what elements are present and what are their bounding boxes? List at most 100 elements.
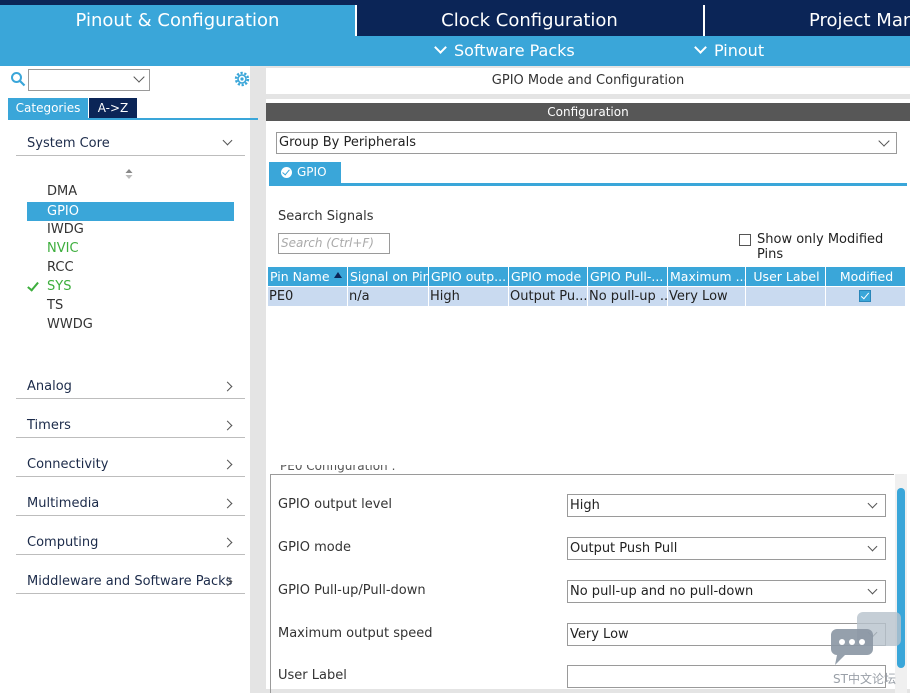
show-modified-checkbox[interactable] xyxy=(739,234,751,246)
chevron-down-icon xyxy=(867,541,878,552)
category-label: Middleware and Software Packs xyxy=(27,574,233,589)
section-title-text: PE0 Configuration : xyxy=(280,465,396,473)
sidebar-item-gpio[interactable]: GPIO xyxy=(27,202,234,221)
chevron-down-icon xyxy=(133,71,145,83)
column-header-signal[interactable]: Signal on Pin xyxy=(348,267,429,286)
chevron-right-icon xyxy=(222,498,233,509)
modified-checkbox[interactable] xyxy=(859,290,871,302)
chevron-right-icon xyxy=(222,537,233,548)
tab-project-manager[interactable]: Project Man xyxy=(705,5,910,36)
chevron-down-icon xyxy=(222,135,233,146)
search-signals-input[interactable]: Search (Ctrl+F) xyxy=(278,233,390,254)
cell-signal: n/a xyxy=(348,287,429,306)
chevron-down-icon xyxy=(867,498,878,509)
software-packs-menu[interactable]: Software Packs xyxy=(434,36,575,66)
cell-modified xyxy=(826,287,905,306)
secondary-menu-bar: Software Packs Pinout xyxy=(0,36,910,66)
search-signals-label: Search Signals xyxy=(278,209,374,224)
software-packs-label: Software Packs xyxy=(454,41,575,60)
category-computing[interactable]: Computing xyxy=(16,531,245,555)
sidebar-item-dma[interactable]: DMA xyxy=(27,182,234,201)
sidebar-item-iwdg[interactable]: IWDG xyxy=(27,220,234,239)
param-label-output-level: GPIO output level xyxy=(278,497,393,512)
sidebar-item-label: SYS xyxy=(47,279,72,294)
select-value: High xyxy=(570,498,600,513)
output-level-select[interactable]: High xyxy=(567,494,886,517)
column-header-gpio-output[interactable]: GPIO outp... xyxy=(429,267,509,286)
chevron-right-icon xyxy=(222,420,233,431)
cell-max-speed: Very Low xyxy=(668,287,746,306)
category-analog[interactable]: Analog xyxy=(16,375,245,399)
tab-underline xyxy=(269,183,907,186)
category-label: Connectivity xyxy=(27,457,109,472)
tab-gpio[interactable]: GPIO xyxy=(269,162,341,183)
tab-pinout-configuration[interactable]: Pinout & Configuration xyxy=(0,5,355,36)
column-header-gpio-pull[interactable]: GPIO Pull-... xyxy=(588,267,668,286)
cell-pin-name: PE0 xyxy=(268,287,348,306)
param-label-user-label: User Label xyxy=(278,668,347,683)
category-system-core[interactable]: System Core xyxy=(16,132,245,156)
group-by-value: Group By Peripherals xyxy=(279,135,416,150)
chevron-down-icon xyxy=(867,584,878,595)
cell-user-label xyxy=(746,287,826,306)
category-label: Analog xyxy=(27,379,72,394)
mode-configuration-header: GPIO Mode and Configuration xyxy=(266,68,910,94)
chevron-down-icon xyxy=(878,135,890,147)
tab-underline xyxy=(8,118,258,120)
table-row[interactable]: PE0 n/a High Output Pu... No pull-up ...… xyxy=(268,287,905,306)
sidebar-item-ts[interactable]: TS xyxy=(27,296,234,315)
group-by-select[interactable]: Group By Peripherals xyxy=(276,132,897,154)
select-value: No pull-up and no pull-down xyxy=(570,584,754,599)
category-timers[interactable]: Timers xyxy=(16,414,245,438)
param-label-gpio-mode: GPIO mode xyxy=(278,540,351,555)
chevron-right-icon xyxy=(222,459,233,470)
cell-gpio-pull: No pull-up ... xyxy=(589,287,668,306)
cell-gpio-mode: Output Pu... xyxy=(510,287,588,306)
chevron-down-icon xyxy=(694,41,707,54)
gpio-mode-select[interactable]: Output Push Pull xyxy=(567,537,886,560)
header-label: Pin Name xyxy=(270,269,330,284)
tab-clock-configuration[interactable]: Clock Configuration xyxy=(357,5,702,36)
show-modified-label: Show only Modified Pins xyxy=(757,232,884,262)
watermark-text: ST中文论坛 xyxy=(833,672,896,686)
tab-categories[interactable]: Categories xyxy=(8,98,88,118)
chat-bubble-icon xyxy=(831,612,901,665)
column-header-pin-name[interactable]: Pin Name xyxy=(268,267,348,286)
pinout-label: Pinout xyxy=(714,41,765,60)
category-connectivity[interactable]: Connectivity xyxy=(16,453,245,477)
category-label: Computing xyxy=(27,535,99,550)
tab-a-to-z[interactable]: A->Z xyxy=(89,98,137,118)
chevron-down-icon xyxy=(434,41,447,54)
check-circle-icon xyxy=(281,167,292,178)
column-header-gpio-mode[interactable]: GPIO mode xyxy=(509,267,588,286)
pin-configuration-title: PE0 Configuration : xyxy=(280,465,396,477)
cell-gpio-output: High xyxy=(429,287,509,306)
sidebar-item-rcc[interactable]: RCC xyxy=(27,258,234,277)
param-label-speed: Maximum output speed xyxy=(278,626,433,641)
configuration-header: Configuration xyxy=(266,103,910,121)
category-label: Timers xyxy=(27,418,71,433)
column-header-modified[interactable]: Modified xyxy=(826,267,905,286)
category-label: Multimedia xyxy=(27,496,100,511)
sidebar-item-sys[interactable]: SYS xyxy=(27,277,234,296)
select-value: Output Push Pull xyxy=(570,541,678,556)
sort-ascending-icon xyxy=(334,272,342,278)
category-search-input[interactable] xyxy=(28,69,150,91)
gear-icon[interactable] xyxy=(233,70,251,88)
param-label-pull: GPIO Pull-up/Pull-down xyxy=(278,583,426,598)
category-label: System Core xyxy=(27,136,110,151)
category-multimedia[interactable]: Multimedia xyxy=(16,492,245,516)
sort-icon[interactable] xyxy=(124,167,134,181)
category-middleware[interactable]: Middleware and Software Packs xyxy=(16,570,245,594)
search-icon[interactable] xyxy=(10,71,26,87)
chevron-right-icon xyxy=(222,381,233,392)
pull-select[interactable]: No pull-up and no pull-down xyxy=(567,580,886,603)
sidebar-item-nvic[interactable]: NVIC xyxy=(27,239,234,258)
column-header-max-speed[interactable]: Maximum ... xyxy=(668,267,746,286)
pinout-menu[interactable]: Pinout xyxy=(694,36,765,66)
pin-table-header: Pin Name Signal on Pin GPIO outp... GPIO… xyxy=(268,267,905,286)
select-value: Very Low xyxy=(570,627,629,642)
sidebar-item-wwdg[interactable]: WWDG xyxy=(27,315,234,334)
column-header-user-label[interactable]: User Label xyxy=(746,267,826,286)
check-icon xyxy=(27,279,39,292)
